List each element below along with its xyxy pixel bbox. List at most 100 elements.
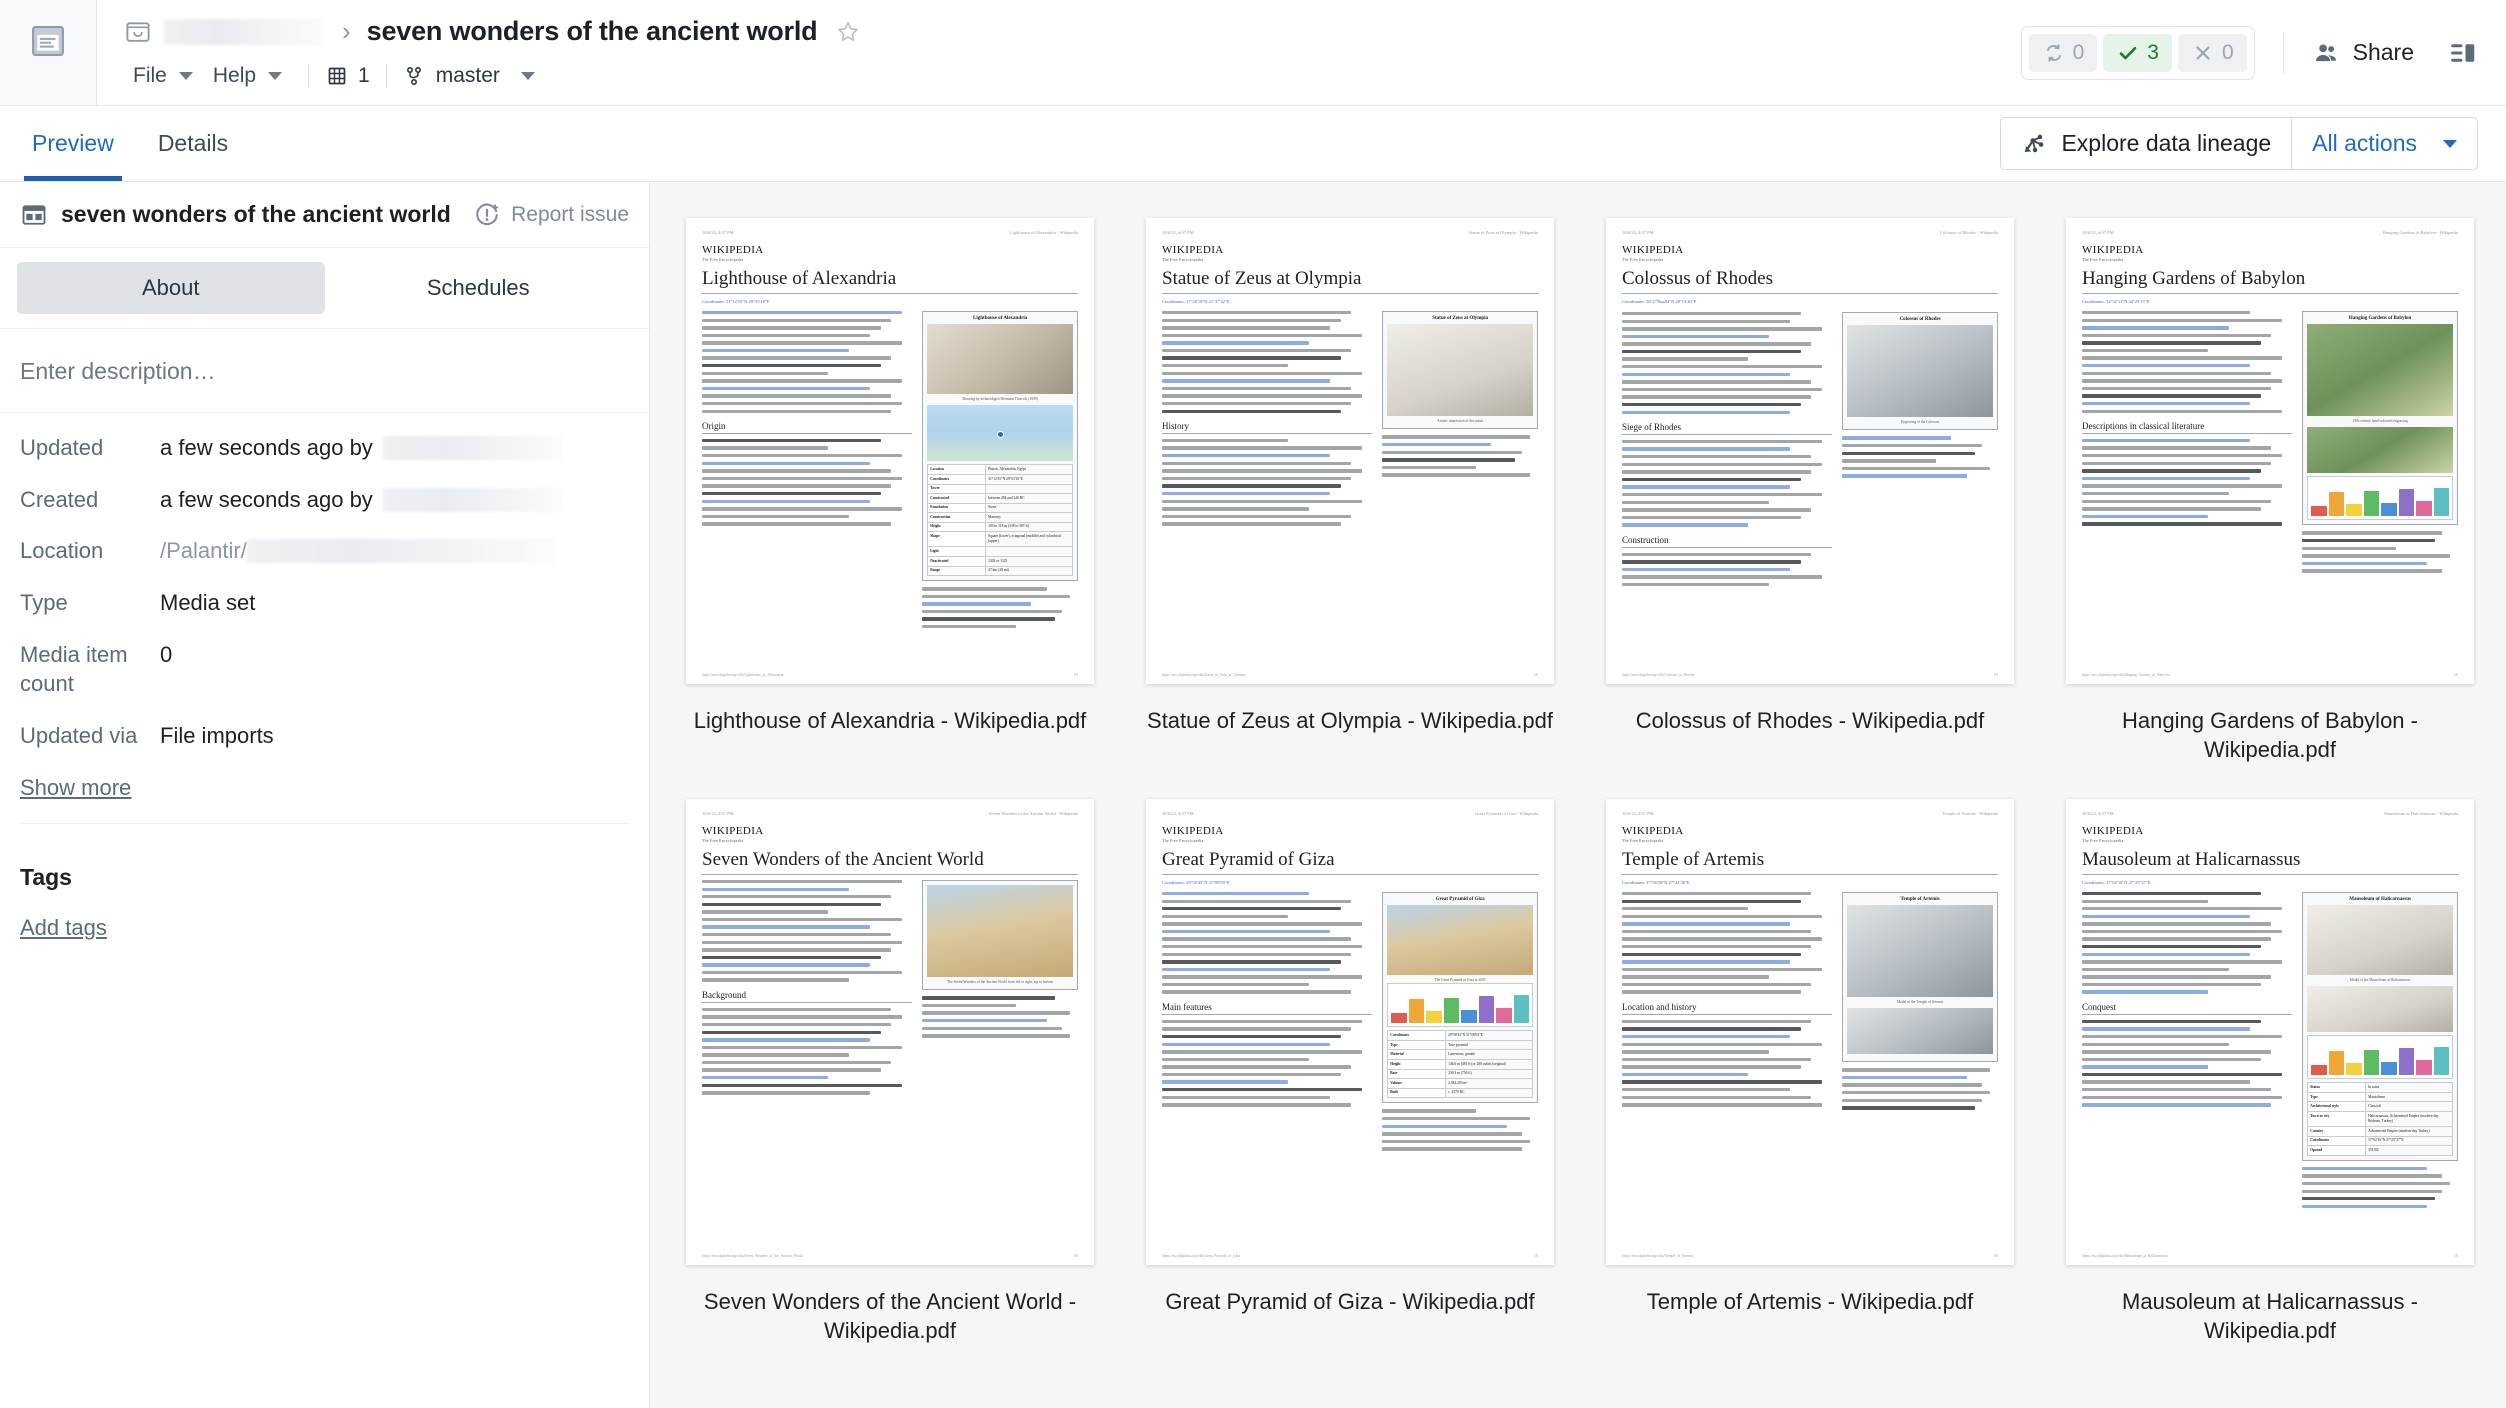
version-chip[interactable]: 1 [325,64,370,88]
thumb-header-left: 10/6/24, 4:07 PM [702,811,734,816]
alert-circle-icon [474,202,500,228]
report-issue-button[interactable]: Report issue [474,202,629,228]
segment-schedules-label: Schedules [427,275,530,300]
version-count: 1 [358,64,370,88]
document-thumbnail[interactable]: 10/6/24, 4:07 PM Lighthouse of Alexandria… [686,218,1094,684]
media-card-filename: Seven Wonders of the Ancient World - Wik… [686,1287,1094,1346]
metadata-row-type: Type Media set [20,588,629,618]
media-card[interactable]: 10/6/24, 4:07 PM Seven Wonders of the Anc… [684,799,1096,1346]
media-card-filename: Temple of Artemis - Wikipedia.pdf [1606,1287,2014,1316]
segment-schedules[interactable]: Schedules [325,262,633,314]
wikipedia-tagline: The Free Encyclopedia [2082,257,2458,262]
status-error-count: 0 [2222,41,2234,65]
status-badge-error[interactable]: 0 [2178,34,2247,72]
sidebar-header: seven wonders of the ancient world Repor… [0,182,649,248]
wikipedia-tagline: The Free Encyclopedia [1162,257,1538,262]
document-thumbnail[interactable]: 10/6/24, 4:07 PM Seven Wonders of the Anc… [686,799,1094,1265]
thumb-header-left: 10/6/24, 4:07 PM [702,230,734,235]
document-thumbnail[interactable]: 10/6/24, 4:07 PM Hanging Gardens of Babyl… [2066,218,2474,684]
wikipedia-wordmark: WIKIPEDIA [1622,825,1998,837]
thumb-header-right: Hanging Gardens of Babylon - Wikipedia [2383,230,2458,235]
document-thumbnail[interactable]: 10/6/24, 4:07 PMColossus of Rhodes - Wik… [1606,218,2014,684]
media-card-filename: Statue of Zeus at Olympia - Wikipedia.pd… [1146,706,1554,735]
app-rail [0,0,97,105]
close-icon [2191,41,2215,65]
thumb-coordinates: Coordinates: 37°56′59″N 27°21′36″E [1622,880,1998,885]
media-card[interactable]: 10/6/24, 4:07 PM Hanging Gardens of Babyl… [2064,218,2476,765]
media-card[interactable]: 10/6/24, 4:07 PMTemple of Artemis - Wiki… [1604,799,2016,1346]
all-actions-button[interactable]: All actions [2291,118,2477,169]
thumb-coordinates: Coordinates: 32°32′11″N 44°25′15″E [2082,299,2458,304]
thumb-header-left: 10/6/24, 4:07 PM [1162,230,1194,235]
menu-help-label: Help [213,64,256,88]
metadata-value-text: a few seconds ago by [160,485,373,515]
folder-icon [123,17,153,47]
branch-chip[interactable]: master [403,64,535,88]
metadata-label: Type [20,588,160,618]
chevron-down-icon [2443,140,2457,148]
sidebar: seven wonders of the ancient world Repor… [0,182,650,1408]
status-badge-sync[interactable]: 0 [2029,34,2098,72]
menu-row: File Help 1 [123,55,2021,97]
menu-file-label: File [133,64,167,88]
media-card[interactable]: 10/6/24, 4:07 PMMausoleum at Halicarnass… [2064,799,2476,1346]
thumb-document-title: Seven Wonders of the Ancient World [702,849,1078,871]
thumb-document-title: Lighthouse of Alexandria [702,268,1078,290]
document-thumbnail[interactable]: 10/6/24, 4:07 PMTemple of Artemis - Wiki… [1606,799,2014,1265]
wikipedia-tagline: The Free Encyclopedia [1622,838,1998,843]
thumb-document-title: Statue of Zeus at Olympia [1162,268,1538,290]
breadcrumb: › seven wonders of the ancient world [123,9,2021,55]
status-badge-success[interactable]: 3 [2103,34,2172,72]
metadata-value: a few seconds ago by [160,433,563,463]
chevron-down-icon [179,72,193,80]
document-thumbnail[interactable]: 10/6/24, 4:07 PM Statue of Zeus at Olympi… [1146,218,1554,684]
media-card[interactable]: 10/6/24, 4:07 PM Lighthouse of Alexandria… [684,218,1096,765]
media-card[interactable]: 10/6/24, 4:07 PMGreat Pyramid of Giza - … [1144,799,1556,1346]
side-panel-icon[interactable] [2448,38,2478,68]
tab-preview[interactable]: Preview [10,106,136,181]
wikipedia-tagline: The Free Encyclopedia [1622,257,1998,262]
report-issue-label: Report issue [511,203,629,227]
tab-details[interactable]: Details [136,106,250,181]
metadata-value: a few seconds ago by [160,485,563,515]
document-thumbnail[interactable]: 10/6/24, 4:07 PMMausoleum at Halicarnass… [2066,799,2474,1265]
media-card[interactable]: 10/6/24, 4:07 PMColossus of Rhodes - Wik… [1604,218,2016,765]
sidebar-title: seven wonders of the ancient world [61,201,451,228]
metadata-row-updated: Updated a few seconds ago by [20,433,629,463]
wikipedia-wordmark: WIKIPEDIA [702,825,1078,837]
metadata-value-text: /Palantir/ [160,536,247,566]
wikipedia-wordmark: WIKIPEDIA [2082,244,2458,256]
building-icon [325,64,349,88]
metadata-path-redacted [247,539,557,563]
add-tags-link[interactable]: Add tags [20,915,107,940]
metadata-list: Updated a few seconds ago by Created a f… [0,413,649,836]
star-outline-icon[interactable] [835,19,861,45]
share-button[interactable]: Share [2312,39,2414,67]
document-app-icon[interactable] [27,20,69,62]
menu-help[interactable]: Help [203,60,292,92]
status-sync-count: 0 [2073,41,2085,65]
wikipedia-wordmark: WIKIPEDIA [702,244,1078,256]
explore-data-lineage-button[interactable]: Explore data lineage [2001,118,2291,169]
breadcrumb-separator: › [342,16,351,47]
thumb-header-right: Colossus of Rhodes - Wikipedia [1940,230,1998,235]
divider [308,64,309,88]
media-card-filename: Colossus of Rhodes - Wikipedia.pdf [1606,706,2014,735]
document-thumbnail[interactable]: 10/6/24, 4:07 PMGreat Pyramid of Giza - … [1146,799,1554,1265]
thumb-header-left: 10/6/24, 4:07 PM [2082,230,2114,235]
metadata-user-redacted [383,436,563,460]
media-card[interactable]: 10/6/24, 4:07 PM Statue of Zeus at Olympi… [1144,218,1556,765]
metadata-row-location: Location /Palantir/ [20,536,629,566]
wikipedia-tagline: The Free Encyclopedia [1162,838,1538,843]
thumb-coordinates: Coordinates: 36°27‱04″N 28°13′40″E [1622,299,1998,305]
page-title: seven wonders of the ancient world [367,16,818,47]
thumb-header-right: Mausoleum at Halicarnassus - Wikipedia [2384,811,2458,816]
thumb-coordinates: Coordinates: 29°58′45″N 31°08′03″E [1162,880,1538,885]
breadcrumb-project-redacted[interactable] [164,19,324,45]
show-more-link[interactable]: Show more [20,775,131,801]
metadata-label: Media item count [20,640,160,699]
all-actions-label: All actions [2312,130,2417,157]
description-input[interactable]: Enter description… [0,329,649,413]
segment-about[interactable]: About [17,262,325,314]
menu-file[interactable]: File [123,60,203,92]
